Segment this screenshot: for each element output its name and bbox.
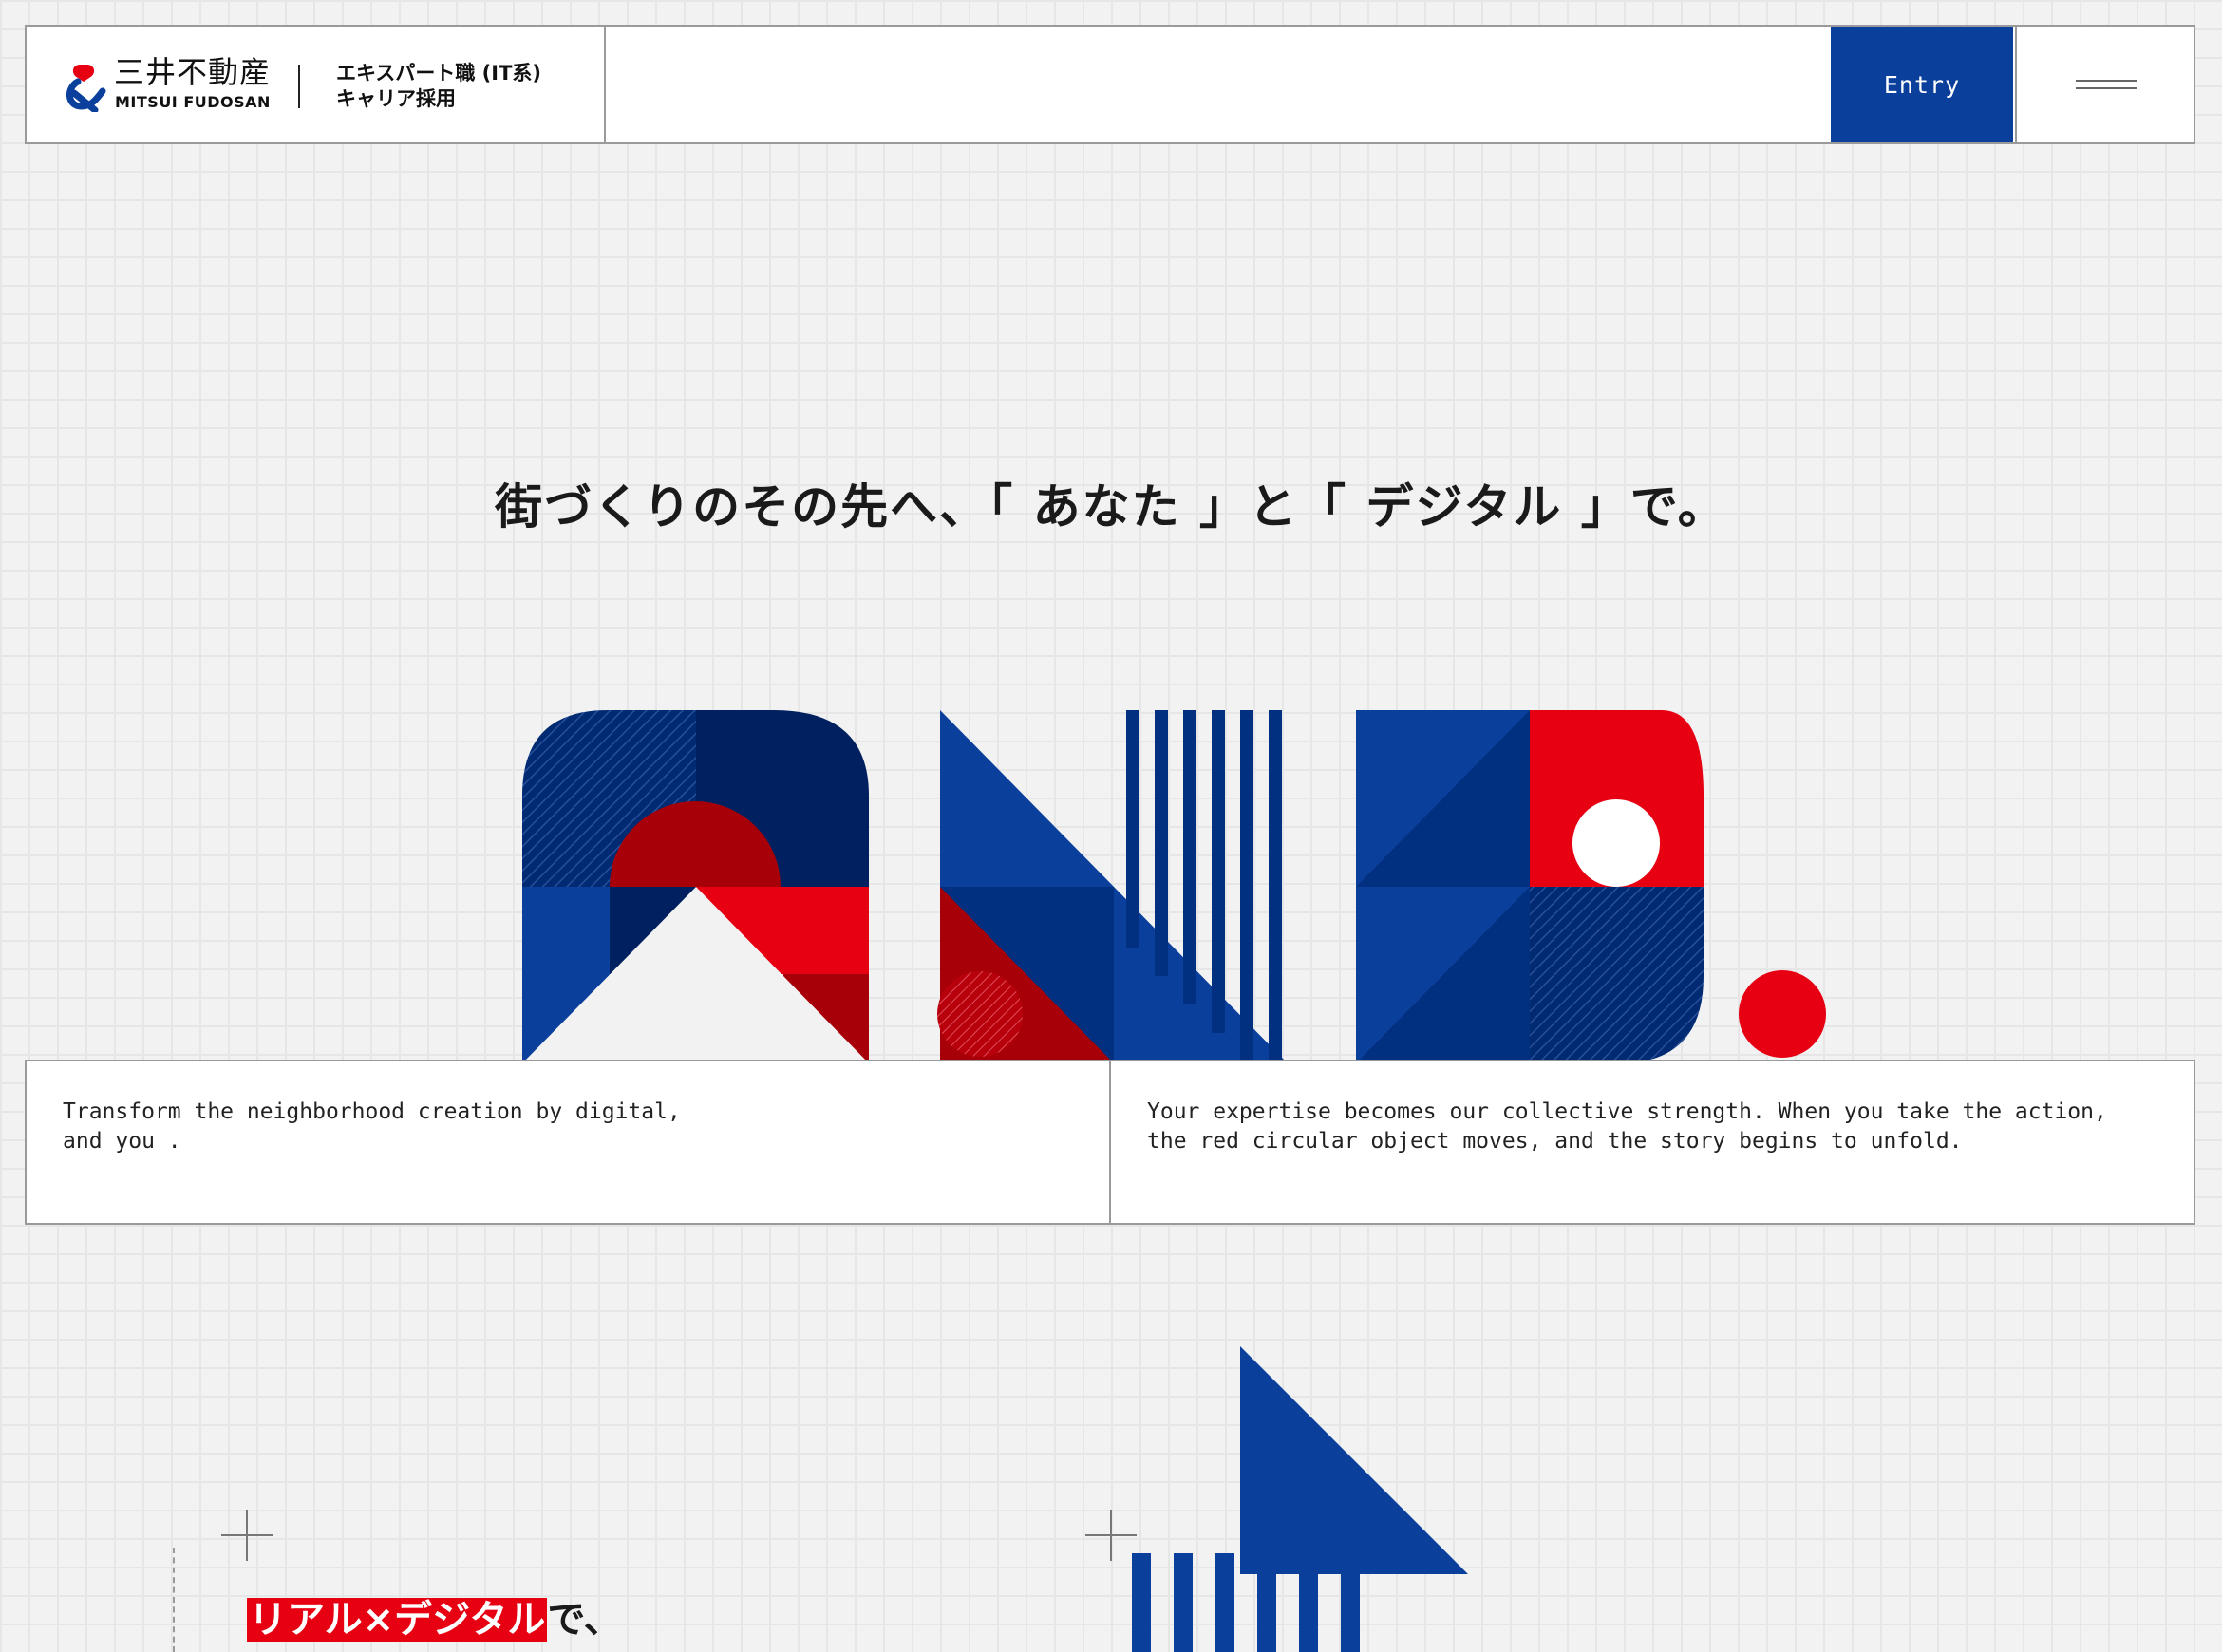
menu-line-icon	[2076, 87, 2137, 89]
letter-a	[522, 710, 869, 1063]
logo-divider	[298, 65, 300, 108]
red-circle-object	[1739, 970, 1826, 1058]
site-header: 三井不動産 MITSUI FUDOSAN エキスパート職 (IT系) キャリア採…	[25, 25, 2195, 144]
recruit-subtitle: エキスパート職 (IT系) キャリア採用	[336, 62, 542, 110]
section-heading-highlight: リアル×デジタル	[247, 1598, 548, 1643]
crosshair-marker-icon	[221, 1510, 273, 1561]
caption-left: Transform the neighborhood creation by d…	[63, 1099, 681, 1154]
hero-headline: 街づくりのその先へ、「 あなた 」と「 デジタル 」で。	[495, 479, 1727, 535]
logo-block[interactable]: 三井不動産 MITSUI FUDOSAN エキスパート職 (IT系) キャリア採…	[27, 27, 606, 142]
logo-english-text: MITSUI FUDOSAN	[115, 93, 271, 111]
section-heading-rest: で、	[547, 1598, 622, 1643]
dashed-guide-line	[173, 1548, 175, 1652]
hamburger-menu-button[interactable]	[2015, 27, 2194, 142]
and-graphic	[522, 710, 1826, 1063]
caption-right-text: Your expertise becomes our collective st…	[1111, 1061, 2194, 1223]
logo-japanese-text: 三井不動産	[114, 54, 272, 90]
white-dot	[1572, 799, 1660, 887]
mitsui-ampersand-logo-icon	[66, 65, 106, 112]
letter-n	[937, 710, 1288, 1063]
letter-d	[1356, 710, 1704, 1063]
section-heading: リアル×デジタルで、	[247, 1596, 622, 1643]
caption-right: Your expertise becomes our collective st…	[1147, 1099, 2107, 1154]
decorative-shape-graphic	[1132, 1346, 1468, 1652]
menu-line-icon	[2076, 80, 2137, 82]
hero-caption-panel: Transform the neighborhood creation by d…	[25, 1060, 2195, 1225]
caption-left-text: Transform the neighborhood creation by d…	[27, 1061, 1111, 1223]
entry-button[interactable]: Entry	[1831, 27, 2013, 142]
